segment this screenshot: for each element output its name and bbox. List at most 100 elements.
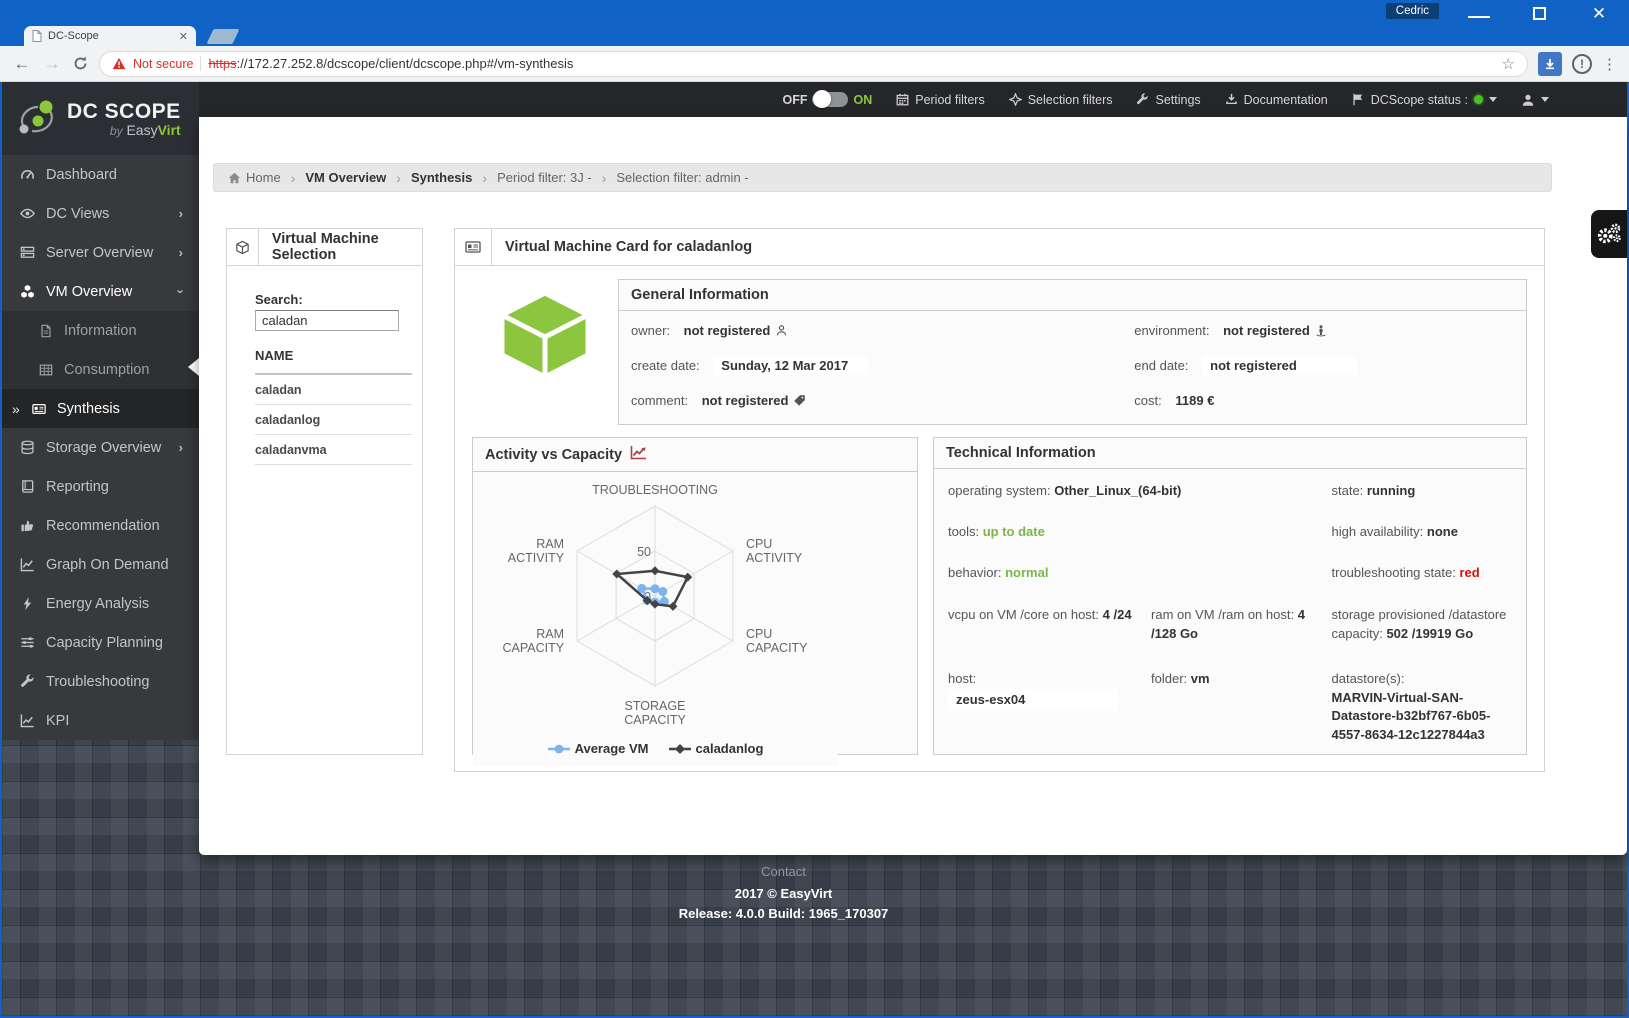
- high-availability-field: high availability: none: [1331, 524, 1458, 539]
- owner-field: owner: not registered: [631, 323, 1134, 338]
- vm-list: caladan caladanlog caladanvma: [255, 373, 412, 465]
- download-icon: [1225, 93, 1237, 104]
- datastore-field: datastore(s): MARVIN-Virtual-SAN-Datastor…: [1331, 670, 1491, 743]
- security-warning-icon: [112, 57, 126, 70]
- tag-icon[interactable]: [793, 394, 806, 407]
- database-icon: [21, 440, 34, 455]
- activity-vs-capacity-title: Activity vs Capacity: [485, 446, 623, 463]
- info-icon[interactable]: !: [1572, 53, 1592, 74]
- sidebar-item-storage-overview[interactable]: Storage Overview ›: [2, 428, 199, 467]
- url-rest: ://172.27.252.8/dcscope/client/dcscope.p…: [236, 56, 574, 71]
- sidebar-item-energy-analysis[interactable]: Energy Analysis: [2, 584, 199, 623]
- search-input[interactable]: [255, 310, 399, 331]
- breadcrumb-vm-overview[interactable]: VM Overview: [305, 170, 386, 185]
- app-logo[interactable]: DC SCOPE by EasyVirt: [2, 82, 199, 155]
- documentation-button[interactable]: Documentation: [1225, 93, 1328, 107]
- toggle-track[interactable]: [812, 90, 849, 108]
- dcscope-status[interactable]: DCScope status :: [1352, 93, 1497, 107]
- app-topbar: OFF ON Period filters Selection filters …: [2, 82, 1627, 117]
- browser-profile-chip[interactable]: Cedric: [1385, 3, 1439, 19]
- sidebar-item-dashboard[interactable]: Dashboard: [2, 155, 199, 194]
- url-bar[interactable]: Not secure https://172.27.252.8/dcscope/…: [99, 50, 1528, 77]
- breadcrumb-selection-filter[interactable]: Selection filter: admin -: [616, 170, 748, 185]
- legend-average-vm[interactable]: Average VM: [547, 741, 649, 756]
- vm-list-item[interactable]: caladanvma: [255, 435, 412, 465]
- sidebar-item-server-overview[interactable]: Server Overview ›: [2, 233, 199, 272]
- active-item-chevrons-icon: »: [12, 400, 20, 417]
- general-information-header: General Information: [619, 280, 1526, 311]
- sidebar-item-capacity-planning[interactable]: Capacity Planning: [2, 623, 199, 662]
- home-icon: [228, 172, 241, 183]
- street-view-icon[interactable]: [1315, 324, 1327, 337]
- person-icon[interactable]: [775, 324, 788, 337]
- logo-title: DC SCOPE: [67, 99, 181, 123]
- svg-text:CAPACITY: CAPACITY: [624, 713, 686, 727]
- end-date-input[interactable]: not registered: [1202, 356, 1358, 375]
- tools-field: tools: up to date: [948, 524, 1045, 539]
- reload-button[interactable]: [72, 55, 89, 72]
- toggle-knob: [813, 90, 832, 108]
- chart-line-red-icon[interactable]: [630, 445, 647, 464]
- comment-field: comment: not registered: [631, 393, 1134, 408]
- off-on-toggle[interactable]: OFF ON: [782, 90, 873, 108]
- vm-list-item[interactable]: caladan: [255, 375, 412, 405]
- breadcrumb-period-filter[interactable]: Period filter: 3J -: [497, 170, 592, 185]
- floating-settings-tab[interactable]: [1591, 210, 1627, 258]
- on-label: ON: [853, 92, 873, 107]
- window-close-button[interactable]: ✕: [1569, 0, 1629, 26]
- page-favicon-icon: [32, 30, 42, 42]
- name-column-header[interactable]: NAME: [255, 348, 398, 363]
- chart-legend: Average VM caladanlog: [473, 739, 838, 766]
- back-button[interactable]: ←: [12, 54, 32, 74]
- browser-toolbar: ← → Not secure https://172.27.252.8/dcsc…: [0, 46, 1629, 82]
- eye-icon: [20, 208, 35, 219]
- gears-icon: [1597, 223, 1621, 244]
- sidebar-item-troubleshooting[interactable]: Troubleshooting: [2, 662, 199, 701]
- sidebar-item-consumption[interactable]: Consumption: [2, 350, 199, 389]
- svg-text:CPU: CPU: [746, 537, 772, 551]
- sidebar-item-information[interactable]: Information: [2, 311, 199, 350]
- environment-field: environment: not registered: [1134, 323, 1514, 338]
- svg-text:ACTIVITY: ACTIVITY: [746, 551, 803, 565]
- download-extension-icon[interactable]: [1538, 51, 1562, 76]
- vm-list-item[interactable]: caladanlog: [255, 405, 412, 435]
- user-menu[interactable]: [1521, 93, 1549, 107]
- legend-caladanlog[interactable]: caladanlog: [668, 741, 763, 756]
- new-tab-button[interactable]: [206, 29, 240, 44]
- browser-menu-icon[interactable]: ⋮: [1602, 55, 1617, 73]
- sidebar-item-reporting[interactable]: Reporting: [2, 467, 199, 506]
- sidebar-item-graph-on-demand[interactable]: Graph On Demand: [2, 545, 199, 584]
- sidebar-item-dc-views[interactable]: DC Views ›: [2, 194, 199, 233]
- sidebar-item-vm-overview[interactable]: VM Overview ›: [2, 272, 199, 311]
- create-date-input[interactable]: Sunday, 12 Mar 2017: [713, 356, 869, 375]
- legend-circle-marker: [547, 744, 570, 753]
- host-input[interactable]: zeus-esx04: [948, 688, 1118, 712]
- sidebar-item-kpi[interactable]: KPI: [2, 701, 199, 740]
- breadcrumb-separator: ›: [396, 169, 401, 186]
- browser-tab[interactable]: DC-Scope ✕: [24, 26, 196, 46]
- selection-filters-button[interactable]: Selection filters: [1008, 93, 1112, 107]
- sidebar-item-recommendation[interactable]: Recommendation: [2, 506, 199, 545]
- main-content: Home › VM Overview › Synthesis › Period …: [199, 117, 1627, 855]
- forward-button[interactable]: →: [42, 54, 62, 74]
- url-separator: [200, 56, 202, 71]
- window-minimize-button[interactable]: [1449, 0, 1509, 26]
- sidebar-item-synthesis[interactable]: » Synthesis: [2, 389, 199, 428]
- not-secure-label[interactable]: Not secure: [133, 57, 193, 71]
- breadcrumb-home-link[interactable]: Home: [228, 170, 281, 185]
- svg-text:CAPACITY: CAPACITY: [502, 641, 564, 655]
- settings-button[interactable]: Settings: [1136, 93, 1201, 107]
- url-text[interactable]: https://172.27.252.8/dcscope/client/dcsc…: [208, 56, 573, 71]
- breadcrumb-synthesis[interactable]: Synthesis: [411, 170, 472, 185]
- period-filters-button[interactable]: Period filters: [896, 93, 985, 107]
- browser-tabstrip: DC-Scope ✕: [0, 26, 1629, 46]
- url-scheme: https: [208, 56, 237, 71]
- tab-close-icon[interactable]: ✕: [179, 30, 188, 43]
- breadcrumb: Home › VM Overview › Synthesis › Period …: [213, 163, 1552, 192]
- table-icon: [39, 364, 53, 375]
- window-maximize-button[interactable]: [1509, 0, 1569, 26]
- bookmark-star-icon[interactable]: ☆: [1502, 55, 1515, 73]
- server-icon: [20, 246, 35, 258]
- copyright-text: 2017 © EasyVirt: [734, 885, 833, 901]
- contact-link[interactable]: Contact: [761, 864, 806, 879]
